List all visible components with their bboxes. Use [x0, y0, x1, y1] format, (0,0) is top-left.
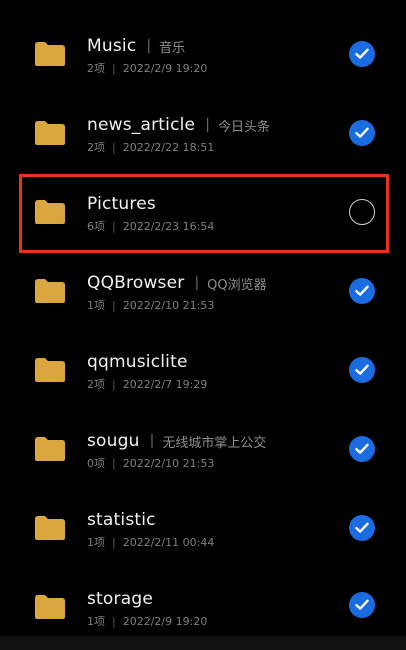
item-count: 2项	[87, 378, 105, 391]
folder-name: storage	[87, 589, 153, 609]
modified-date: 2022/2/22 18:51	[122, 141, 215, 154]
selected-checkbox[interactable]	[349, 41, 375, 67]
folder-name: qqmusiclite	[87, 352, 188, 372]
folder-icon	[35, 279, 65, 303]
item-count: 1项	[87, 615, 105, 628]
folder-icon	[35, 42, 65, 66]
alias-separator: |	[194, 275, 200, 291]
item-count: 1项	[87, 299, 105, 312]
folder-name: Music	[87, 36, 137, 56]
selected-checkbox[interactable]	[349, 436, 375, 462]
folder-meta: 0项 | 2022/2/10 21:53	[87, 457, 215, 470]
selected-checkbox[interactable]	[349, 592, 375, 618]
folder-icon	[35, 200, 65, 224]
item-count: 2项	[87, 141, 105, 154]
folder-row-storage[interactable]: storage 1项 | 2022/2/9 19:20	[0, 565, 406, 644]
item-count: 0项	[87, 457, 105, 470]
folder-row-sougu[interactable]: sougu | 无线城市掌上公交 0项 | 2022/2/10 21:53	[0, 407, 406, 486]
modified-date: 2022/2/7 19:29	[122, 378, 208, 391]
folder-alias: QQ浏览器	[207, 277, 267, 293]
checkmark-icon	[355, 443, 369, 454]
modified-date: 2022/2/11 00:44	[122, 536, 215, 549]
folder-row-pictures[interactable]: Pictures 6项 | 2022/2/23 16:54	[0, 170, 406, 249]
modified-date: 2022/2/10 21:53	[122, 299, 215, 312]
folder-meta: 1项 | 2022/2/10 21:53	[87, 299, 215, 312]
folder-name: Pictures	[87, 194, 156, 214]
alias-separator: |	[146, 38, 152, 54]
folder-alias: 音乐	[159, 40, 186, 56]
folder-name: QQBrowser	[87, 273, 185, 293]
folder-name: sougu	[87, 431, 140, 451]
folder-icon	[35, 595, 65, 619]
checkmark-icon	[355, 599, 369, 610]
checkmark-icon	[355, 48, 369, 59]
folder-meta: 6项 | 2022/2/23 16:54	[87, 220, 215, 233]
folder-icon	[35, 437, 65, 461]
checkmark-icon	[355, 522, 369, 533]
folder-meta: 2项 | 2022/2/22 18:51	[87, 141, 215, 154]
selected-checkbox[interactable]	[349, 357, 375, 383]
folder-icon	[35, 121, 65, 145]
alias-separator: |	[149, 433, 155, 449]
checkmark-icon	[355, 285, 369, 296]
item-count: 6项	[87, 220, 105, 233]
checkmark-icon	[355, 364, 369, 375]
folder-row-news-article[interactable]: news_article | 今日头条 2项 | 2022/2/22 18:51	[0, 91, 406, 170]
selected-checkbox[interactable]	[349, 515, 375, 541]
modified-date: 2022/2/10 21:53	[122, 457, 215, 470]
folder-row-statistic[interactable]: statistic 1项 | 2022/2/11 00:44	[0, 486, 406, 565]
modified-date: 2022/2/23 16:54	[122, 220, 215, 233]
folder-name: news_article	[87, 115, 196, 135]
folder-row-qqbrowser[interactable]: QQBrowser | QQ浏览器 1项 | 2022/2/10 21:53	[0, 249, 406, 328]
modified-date: 2022/2/9 19:20	[122, 62, 208, 75]
folder-alias: 无线城市掌上公交	[162, 435, 267, 451]
unselected-checkbox[interactable]	[349, 199, 375, 225]
item-count: 2项	[87, 62, 105, 75]
folder-meta: 1项 | 2022/2/9 19:20	[87, 615, 208, 628]
folder-icon	[35, 516, 65, 540]
selected-checkbox[interactable]	[349, 120, 375, 146]
folder-name: statistic	[87, 510, 156, 530]
folder-icon	[35, 358, 65, 382]
alias-separator: |	[205, 117, 210, 133]
folder-meta: 2项 | 2022/2/9 19:20	[87, 62, 208, 75]
folder-alias: 今日头条	[217, 119, 270, 135]
bottom-bar	[0, 636, 406, 650]
selected-checkbox[interactable]	[349, 278, 375, 304]
item-count: 1项	[87, 536, 105, 549]
folder-meta: 2项 | 2022/2/7 19:29	[87, 378, 208, 391]
folder-meta: 1项 | 2022/2/11 00:44	[87, 536, 215, 549]
folder-row-music[interactable]: Music | 音乐 2项 | 2022/2/9 19:20	[0, 12, 406, 91]
folder-row-qqmusiclite[interactable]: qqmusiclite 2项 | 2022/2/7 19:29	[0, 328, 406, 407]
checkmark-icon	[355, 127, 369, 138]
modified-date: 2022/2/9 19:20	[122, 615, 208, 628]
